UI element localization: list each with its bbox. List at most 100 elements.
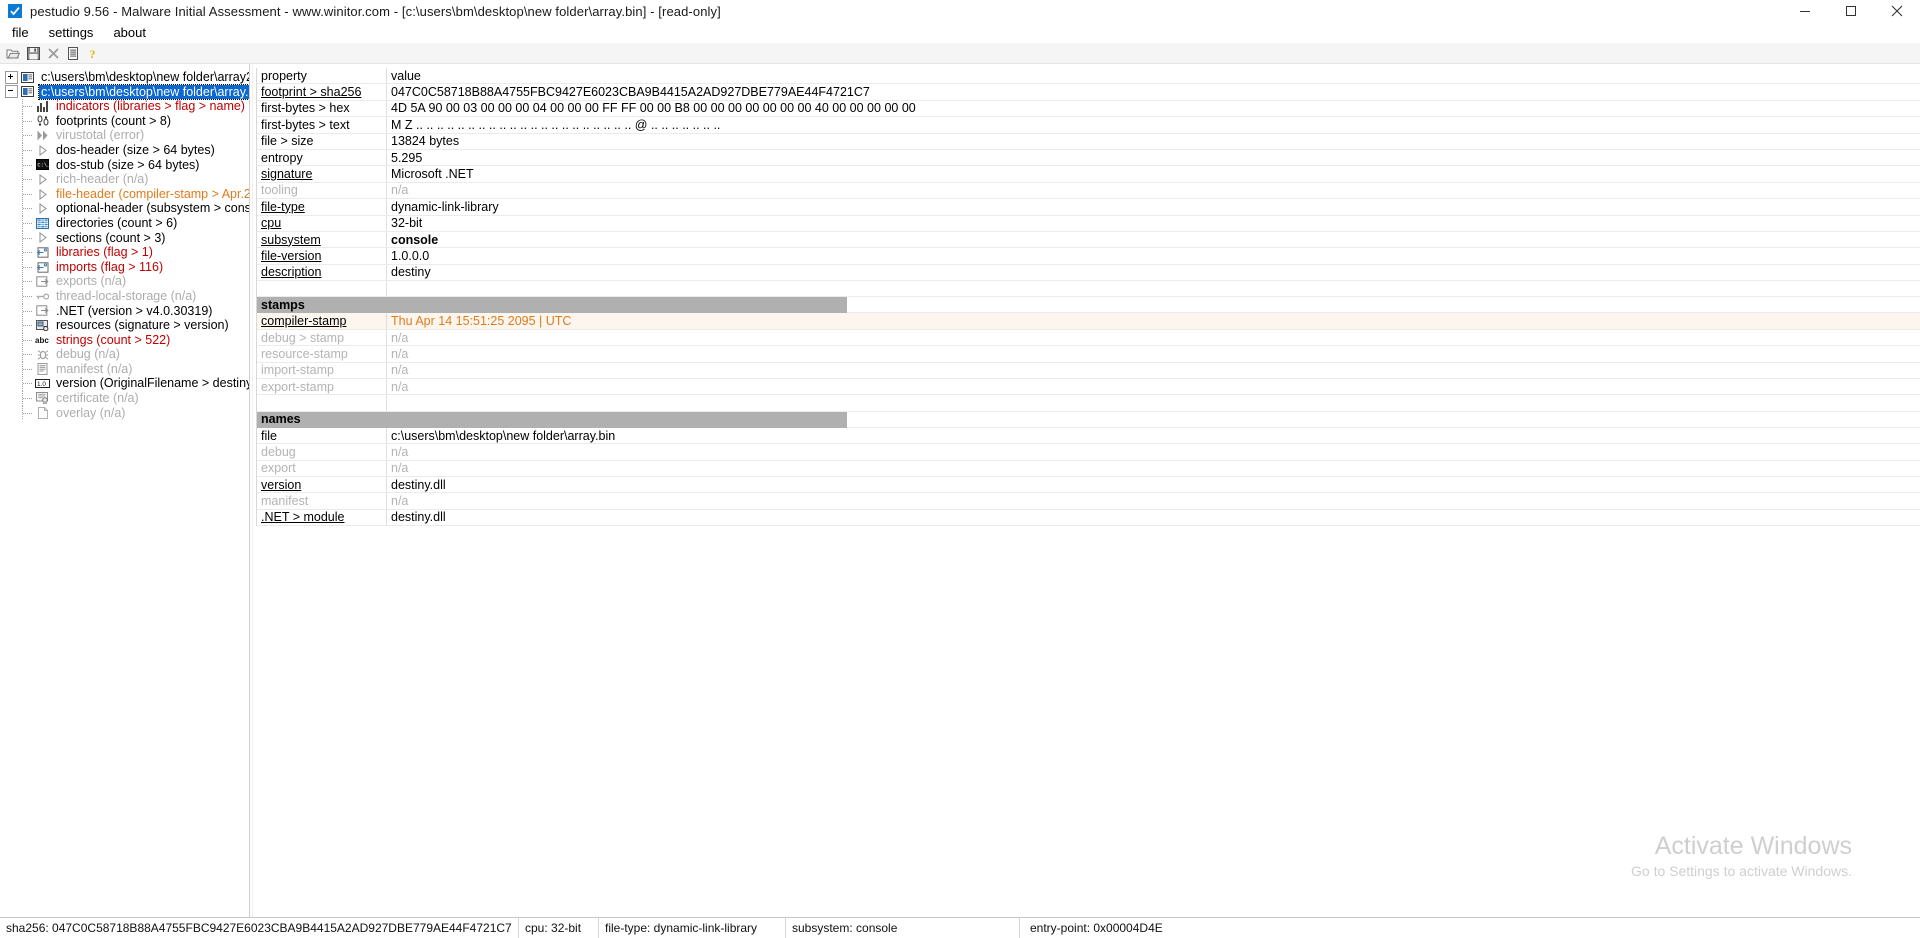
table-row[interactable]: first-bytes > text M Z .. .. .. .. .. .. … — [257, 116, 1920, 134]
tree-item-label: optional-header (subsystem > console) — [56, 201, 249, 216]
property-value-cell: n/a — [386, 182, 847, 200]
property-name-cell[interactable]: subsystem — [257, 231, 387, 249]
file-node-icon — [20, 85, 35, 98]
table-row[interactable]: cpu 32-bit — [257, 215, 1920, 232]
property-row-filler — [847, 345, 1920, 363]
tree-item-indicators[interactable]: indicators (libraries > flag > name) — [0, 99, 249, 114]
property-name-cell[interactable]: .NET > module — [257, 509, 387, 527]
property-name-cell[interactable]: file-version — [257, 247, 387, 265]
section-title: stamps — [257, 296, 387, 314]
property-name-cell[interactable]: compiler-stamp — [257, 312, 387, 330]
property-name-cell[interactable]: signature — [257, 165, 387, 183]
tree-item-directories[interactable]: directories (count > 6) — [0, 215, 249, 231]
tree-item-richheader[interactable]: rich-header (n/a) — [0, 172, 249, 187]
grid-icon — [35, 217, 50, 230]
tree-item-strings[interactable]: abc strings (count > 522) — [0, 332, 249, 348]
table-row[interactable]: debug n/a — [257, 443, 1920, 461]
property-value-cell: console — [386, 231, 847, 249]
collapse-minus-icon[interactable] — [5, 85, 18, 99]
expand-plus-icon[interactable] — [5, 70, 18, 84]
table-row[interactable]: file > size 13824 bytes — [257, 133, 1920, 150]
save-icon[interactable] — [24, 44, 42, 62]
tree-pane[interactable]: c:\users\bm\desktop\new folder\array2.bi… — [0, 64, 249, 917]
table-row[interactable]: file-version 1.0.0.0 — [257, 247, 1920, 265]
tree-item-imports[interactable]: imports (flag > 116) — [0, 259, 249, 275]
property-name-cell: export-stamp — [257, 378, 387, 396]
tree-item-fileheader[interactable]: file-header (compiler-stamp > Apr.2095) — [0, 186, 249, 202]
table-row[interactable]: import-stamp n/a — [257, 362, 1920, 380]
tree-item-label: indicators (libraries > flag > name) — [56, 99, 245, 114]
maximize-button[interactable] — [1828, 0, 1874, 22]
page-icon — [35, 406, 50, 419]
tree-branch-line — [23, 398, 32, 400]
tree-branch-line — [23, 295, 32, 297]
property-value-cell: dynamic-link-library — [386, 198, 847, 216]
tree-item-threadlocalstorage[interactable]: thread-local-storage (n/a) — [0, 288, 249, 304]
tree-item-exports[interactable]: exports (n/a) — [0, 274, 249, 289]
table-row[interactable]: signature Microsoft .NET — [257, 165, 1920, 183]
console-icon: C:\_ — [35, 158, 50, 171]
property-name-cell[interactable]: version — [257, 476, 387, 494]
status-entry-point: entry-point: 0x00004D4E — [1030, 921, 1163, 935]
table-row[interactable]: compiler-stamp Thu Apr 14 15:51:25 2095 |… — [257, 312, 1920, 330]
copy-icon[interactable] — [64, 44, 82, 62]
spacer-cell — [847, 280, 1920, 298]
table-row[interactable]: resource-stamp n/a — [257, 345, 1920, 363]
table-row[interactable]: first-bytes > hex 4D 5A 90 00 03 00 00 00… — [257, 100, 1920, 118]
tree-item-overlay[interactable]: overlay (n/a) — [0, 405, 249, 421]
tree-children: indicators (libraries > flag > name) foot… — [0, 99, 249, 421]
table-row[interactable]: export n/a — [257, 460, 1920, 477]
table-row[interactable]: manifest n/a — [257, 492, 1920, 510]
certificate-icon — [35, 392, 50, 405]
table-row[interactable]: entropy 5.295 — [257, 149, 1920, 167]
property-name-cell[interactable]: cpu — [257, 215, 387, 232]
tree-item-libraries[interactable]: libraries (flag > 1) — [0, 245, 249, 260]
tree-item-certificate[interactable]: certificate (n/a) — [0, 391, 249, 406]
tree-branch-line — [23, 354, 32, 356]
tree-item-manifest[interactable]: manifest (n/a) — [0, 361, 249, 377]
menu-item-about[interactable]: about — [103, 23, 156, 43]
tree-item-label: file-header (compiler-stamp > Apr.2095) — [56, 186, 249, 201]
table-row[interactable]: description destiny — [257, 264, 1920, 282]
minimize-button[interactable] — [1782, 0, 1828, 22]
table-row[interactable]: export-stamp n/a — [257, 378, 1920, 396]
footprints-icon — [35, 115, 50, 128]
tree-item-label: strings (count > 522) — [56, 332, 171, 347]
tree-branch-line — [23, 325, 32, 327]
table-row[interactable]: tooling n/a — [257, 182, 1920, 200]
table-row[interactable]: .NET > module destiny.dll — [257, 509, 1920, 527]
open-file-icon[interactable] — [4, 44, 22, 62]
tree-item-resources[interactable]: resources (signature > version) — [0, 318, 249, 333]
property-name-cell[interactable]: footprint > sha256 — [257, 83, 387, 101]
tree-item-dosheader[interactable]: dos-header (size > 64 bytes) — [0, 142, 249, 158]
toolbar: ? — [0, 43, 1920, 64]
table-row[interactable]: footprint > sha256 047C0C58718B88A4755FBC… — [257, 83, 1920, 101]
table-row[interactable]: debug > stamp n/a — [257, 329, 1920, 347]
table-row[interactable]: subsystem console — [257, 231, 1920, 249]
tree-root-array2[interactable]: c:\users\bm\desktop\new folder\array2.bi… — [0, 70, 249, 85]
tree-root-label-selected: c:\users\bm\desktop\new folder\array.bin — [37, 83, 249, 101]
tree-item-footprints[interactable]: footprints (count > 8) — [0, 113, 249, 129]
tree-item-optionalheader[interactable]: optional-header (subsystem > console) — [0, 201, 249, 216]
table-row[interactable]: file c:\users\bm\desktop\new folder\array… — [257, 427, 1920, 445]
tree-item-dosstub[interactable]: C:\_ dos-stub (size > 64 bytes) — [0, 157, 249, 173]
menu-item-settings[interactable]: settings — [39, 23, 104, 43]
property-table-wrap: property value footprint > sha256 047C0C587… — [256, 68, 1920, 527]
menu-item-file[interactable]: file — [6, 23, 39, 43]
tree-item-sections[interactable]: sections (count > 3) — [0, 230, 249, 246]
tree-item-virustotal[interactable]: virustotal (error) — [0, 128, 249, 143]
table-row[interactable]: version destiny.dll — [257, 476, 1920, 494]
tree-item-version[interactable]: 1.0 version (OriginalFilename > destiny.d… — [0, 376, 249, 392]
close-button[interactable] — [1874, 0, 1920, 22]
property-name-cell[interactable]: file-type — [257, 198, 387, 216]
tree-item-debug[interactable]: debug (n/a) — [0, 347, 249, 362]
table-row[interactable]: file-type dynamic-link-library — [257, 198, 1920, 216]
svg-text:abc: abc — [35, 336, 49, 344]
tree-item-.net[interactable]: .NET (version > v4.0.30319) — [0, 303, 249, 319]
tree-item-label: dos-header (size > 64 bytes) — [56, 142, 215, 157]
property-row-filler — [847, 362, 1920, 380]
tree-root-array[interactable]: c:\users\bm\desktop\new folder\array.bin — [0, 83, 249, 101]
close-file-icon[interactable] — [44, 44, 62, 62]
property-name-cell[interactable]: description — [257, 264, 387, 282]
help-icon[interactable]: ? — [84, 44, 102, 62]
